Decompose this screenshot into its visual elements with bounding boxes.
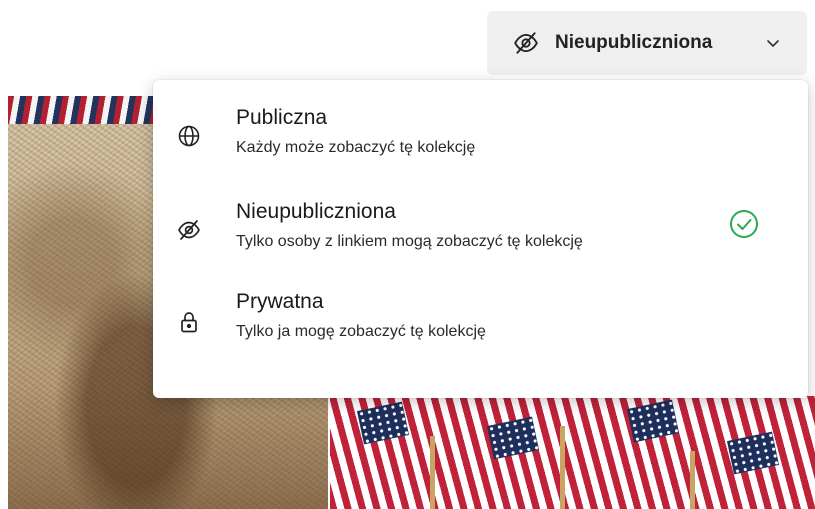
visibility-menu: Publiczna Każdy może zobaczyć tę kolekcj… [153, 80, 808, 398]
menu-item-description: Tylko osoby z linkiem mogą zobaczyć tę k… [236, 233, 583, 250]
check-circle-icon [728, 208, 760, 240]
visibility-label: Nieupubliczniona [555, 32, 713, 53]
menu-item-title: Prywatna [236, 290, 324, 313]
flag-canton [626, 399, 680, 443]
menu-item-description: Tylko ja mogę zobaczyć tę kolekcję [236, 323, 486, 340]
flag-stick [430, 436, 435, 509]
menu-item-title: Nieupubliczniona [236, 200, 396, 223]
globe-icon [177, 124, 201, 148]
collage-image-flags-strip[interactable] [8, 96, 153, 124]
eye-slash-icon [177, 218, 201, 242]
menu-item-unlisted[interactable]: Nieupubliczniona Tylko osoby z linkiem m… [153, 200, 808, 284]
flag-canton [726, 431, 780, 475]
flag-stick [690, 451, 695, 509]
visibility-dropdown-button[interactable]: Nieupubliczniona [487, 11, 807, 75]
flag-stick [560, 426, 565, 509]
page: Nieupubliczniona Publiczna Każdy może zo… [0, 0, 815, 509]
eye-slash-icon [513, 30, 539, 56]
chevron-down-icon [765, 35, 781, 51]
flag-canton [356, 401, 410, 445]
menu-item-public[interactable]: Publiczna Każdy może zobaczyć tę kolekcj… [153, 106, 808, 190]
menu-item-description: Każdy może zobaczyć tę kolekcję [236, 139, 476, 156]
flag-canton [486, 416, 540, 460]
menu-item-private[interactable]: Prywatna Tylko ja mogę zobaczyć tę kolek… [153, 290, 808, 374]
collage-image-american-flags[interactable] [330, 396, 815, 509]
lock-icon [177, 310, 201, 334]
menu-item-title: Publiczna [236, 106, 328, 129]
